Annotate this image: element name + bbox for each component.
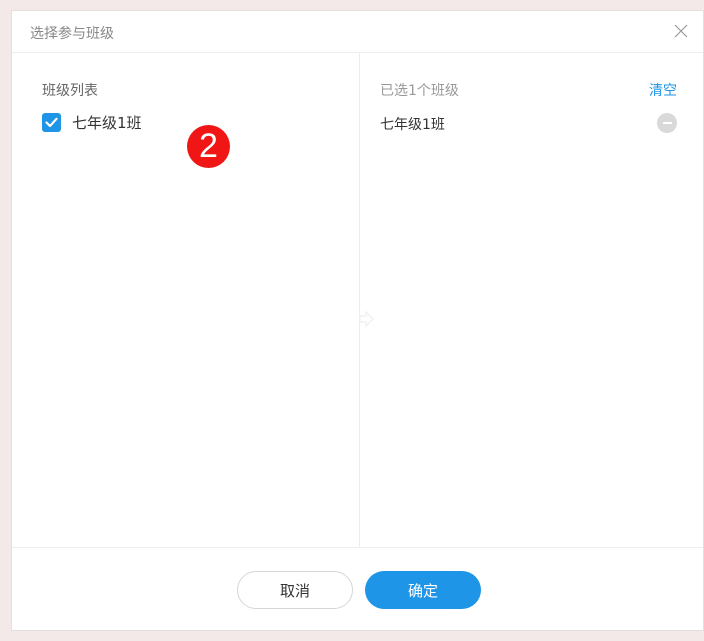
- confirm-button[interactable]: 确定: [365, 571, 481, 609]
- minus-icon: [662, 122, 672, 124]
- clear-link[interactable]: 清空: [649, 80, 677, 100]
- close-icon: [674, 24, 688, 38]
- class-checkbox-row[interactable]: 七年级1班: [42, 112, 142, 133]
- cancel-button[interactable]: 取消: [237, 571, 353, 609]
- selected-count-heading: 已选1个班级: [380, 83, 459, 99]
- dialog-footer: 取消 确定: [12, 547, 703, 632]
- check-icon: [45, 117, 58, 128]
- class-list-pane: 班级列表 七年级1班 2: [12, 53, 360, 547]
- step-badge: 2: [187, 125, 230, 168]
- class-checkbox-label: 七年级1班: [72, 114, 142, 132]
- select-classes-dialog: 选择参与班级 班级列表 七年级1班 2 已选1个班级 清空 七年级1班 取消 确…: [11, 10, 704, 631]
- remove-class-button[interactable]: [657, 113, 677, 133]
- close-button[interactable]: [671, 21, 691, 41]
- checkbox-checked[interactable]: [42, 113, 61, 132]
- dialog-title: 选择参与班级: [30, 26, 114, 42]
- selected-class-item: 七年级1班: [380, 117, 445, 133]
- class-list-heading: 班级列表: [42, 83, 98, 99]
- dialog-header: 选择参与班级: [12, 11, 703, 53]
- selected-classes-pane: 已选1个班级 清空 七年级1班: [360, 53, 704, 547]
